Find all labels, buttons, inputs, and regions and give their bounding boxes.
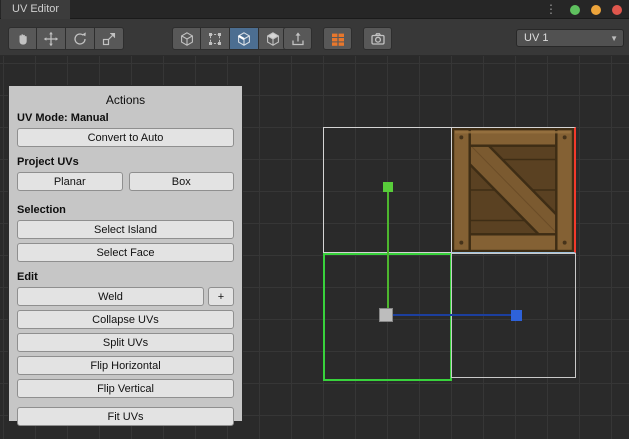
weld-button[interactable]: Weld [17,287,204,306]
edge-mode-icon [236,31,252,47]
weld-settings-button[interactable]: + [208,287,234,306]
actions-panel: Actions UV Mode: Manual Convert to Auto … [8,85,243,422]
gizmo-y-axis[interactable] [387,192,389,315]
gizmo-center-handle[interactable] [379,308,393,322]
move-icon [43,31,59,47]
gizmo-x-handle[interactable] [511,310,522,321]
collapse-uvs-button[interactable]: Collapse UVs [17,310,234,329]
screenshot-icon [370,31,386,47]
object-mode-icon [179,31,195,47]
move-tool-button[interactable] [37,27,66,50]
view-tool-group [8,27,124,50]
actions-panel-title: Actions [17,93,234,107]
uv-editor-window: UV Editor ⋮ [0,0,629,439]
chevron-down-icon: ▼ [610,31,618,47]
scale-icon [101,31,117,47]
scale-tool-button[interactable] [95,27,124,50]
uv-channel-value: UV 1 [524,32,548,44]
window-controls: ⋮ [545,0,622,19]
uv-mode-label: UV Mode: Manual [17,112,234,124]
object-mode-button[interactable] [172,27,201,50]
flip-vertical-button[interactable]: Flip Vertical [17,379,234,398]
vertex-mode-icon [207,31,223,47]
texture-preview-icon [330,31,346,47]
uv-channel-dropdown[interactable]: UV 1 ▼ [516,29,624,47]
titlebar: UV Editor ⋮ [0,0,629,19]
tab-uv-editor[interactable]: UV Editor [1,0,70,19]
fit-uvs-button[interactable]: Fit UVs [17,407,234,426]
flip-horizontal-button[interactable]: Flip Horizontal [17,356,234,375]
crate-texture [452,128,574,252]
window-dot-green[interactable] [570,5,580,15]
element-mode-group [172,27,288,50]
selection-label: Selection [17,204,234,216]
planar-button[interactable]: Planar [17,172,123,191]
gizmo-x-axis[interactable] [392,314,513,316]
rotate-icon [72,31,88,47]
weld-row: Weld + [17,287,234,310]
edge-mode-button[interactable] [230,27,259,50]
convert-to-auto-button[interactable]: Convert to Auto [17,128,234,147]
toolbar: UV 1 ▼ [0,20,629,56]
uv-quad-crate[interactable] [451,127,576,253]
box-button[interactable]: Box [129,172,235,191]
face-mode-icon [265,31,281,47]
rotate-tool-button[interactable] [66,27,95,50]
gizmo-y-handle[interactable] [383,182,393,192]
window-dot-orange[interactable] [591,5,601,15]
vertex-mode-button[interactable] [201,27,230,50]
hand-tool-button[interactable] [8,27,37,50]
apply-uvs-button[interactable] [283,27,312,50]
project-uvs-row: Planar Box [17,172,234,195]
select-island-button[interactable]: Select Island [17,220,234,239]
texture-preview-button[interactable] [323,27,352,50]
split-uvs-button[interactable]: Split UVs [17,333,234,352]
window-dot-red[interactable] [612,5,622,15]
select-face-button[interactable]: Select Face [17,243,234,262]
edit-label: Edit [17,271,234,283]
kebab-menu-icon[interactable]: ⋮ [545,0,557,19]
hand-icon [15,31,31,47]
apply-uvs-icon [290,31,306,47]
screenshot-button[interactable] [363,27,392,50]
project-uvs-label: Project UVs [17,156,234,168]
